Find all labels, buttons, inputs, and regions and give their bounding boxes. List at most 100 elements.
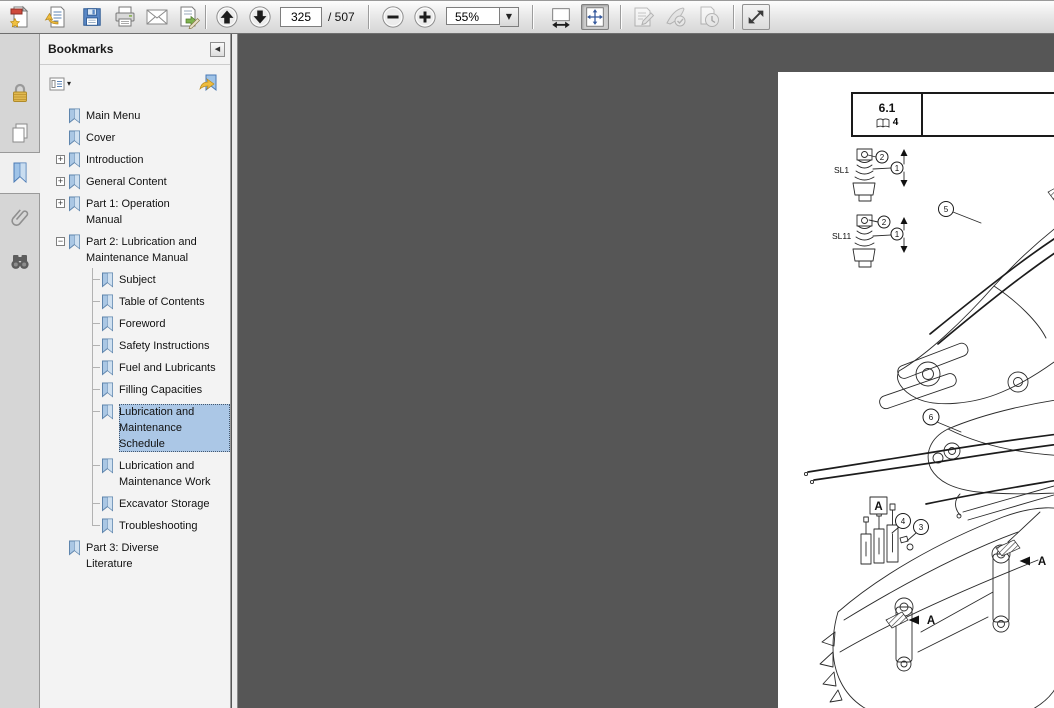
callout-4: 4 <box>901 517 906 526</box>
page-up-button[interactable] <box>214 4 240 30</box>
nav-tab-security[interactable] <box>0 74 40 112</box>
create-pdf-button[interactable] <box>7 4 33 30</box>
callout-3: 3 <box>919 523 924 532</box>
sign-button[interactable] <box>663 4 689 30</box>
bookmark-item-cover[interactable]: Cover <box>56 130 230 146</box>
expander-minus-icon[interactable]: − <box>56 237 65 246</box>
nav-tab-search[interactable] <box>0 241 40 281</box>
bookmark-item-lubrication-and-maintenance-work[interactable]: Lubrication and Maintenance Work <box>92 458 230 490</box>
header-empty-cell <box>923 94 1054 135</box>
bookmarks-tree: Main Menu Cover + Introduction + General… <box>40 102 230 572</box>
toolbar-separator <box>368 5 370 29</box>
email-button[interactable] <box>144 4 170 30</box>
bookmark-icon <box>69 152 80 168</box>
zoom-out-icon <box>382 6 404 28</box>
bookmark-item-subject[interactable]: Subject <box>92 272 230 288</box>
bookmark-label: Table of Contents <box>119 296 205 308</box>
print-icon <box>115 6 135 27</box>
bookmarks-options-button[interactable]: ▾ <box>49 74 77 94</box>
bookmark-children-group: Subject Table of Contents Foreword Safet… <box>56 268 230 540</box>
bookmark-item-excavator-storage[interactable]: Excavator Storage <box>92 496 230 512</box>
zoom-level-field[interactable]: 55% <box>446 7 500 25</box>
page-number-input[interactable] <box>280 7 322 27</box>
bookmarks-panel: Bookmarks ◀ ▾ Main Menu Cover + Introduc… <box>40 34 231 708</box>
detail-a-fittings <box>860 503 917 565</box>
sign-icon <box>666 7 686 27</box>
section-number: 6.1 <box>878 101 896 115</box>
bookmark-item-part-3-diverse-literature[interactable]: Part 3: Diverse Literature <box>56 540 230 572</box>
save-icon <box>83 8 101 26</box>
panel-collapse-button[interactable]: ◀ <box>210 41 225 57</box>
callout-2: 2 <box>880 153 885 162</box>
zoom-in-button[interactable] <box>412 4 438 30</box>
zoom-dropdown-button[interactable]: ▼ <box>500 7 519 27</box>
print-button[interactable] <box>112 4 138 30</box>
sheet-count: 4 <box>892 117 899 128</box>
expander-plus-icon[interactable]: + <box>56 199 65 208</box>
bookmark-item-fuel-and-lubricants[interactable]: Fuel and Lubricants <box>92 360 230 376</box>
review-comment-button[interactable] <box>630 4 656 30</box>
create-pdf-icon <box>9 5 29 28</box>
fit-page-button[interactable] <box>581 4 609 30</box>
book-icon <box>876 118 890 128</box>
bookmark-icon <box>69 174 80 190</box>
bookmark-icon <box>102 294 113 310</box>
bookmark-label: Excavator Storage <box>119 498 210 510</box>
bookmark-label: Subject <box>119 274 156 286</box>
document-history-icon <box>700 6 719 27</box>
full-screen-button[interactable] <box>742 4 770 30</box>
bookmarks-toolbar: ▾ <box>40 65 230 102</box>
document-history-button[interactable] <box>696 4 722 30</box>
selected-bookmark-highlight: Lubrication and Maintenance Schedule <box>119 404 230 452</box>
main-toolbar: / 507 55% ▼ <box>0 1 1054 34</box>
bookmark-item-introduction[interactable]: + Introduction <box>56 152 230 168</box>
expand-current-bookmark-button[interactable] <box>197 74 221 94</box>
bookmark-icon <box>102 404 113 420</box>
bookmarks-panel-header: Bookmarks ◀ <box>40 34 230 65</box>
detail-box-a: A <box>874 501 882 513</box>
save-button[interactable] <box>79 4 105 30</box>
review-comment-icon <box>634 7 655 27</box>
full-screen-icon <box>748 10 764 24</box>
bookmark-item-part-1-operation-manual[interactable]: + Part 1: Operation Manual <box>56 196 230 228</box>
bookmark-item-safety-instructions[interactable]: Safety Instructions <box>92 338 230 354</box>
zoom-out-button[interactable] <box>380 4 406 30</box>
options-list-icon <box>49 77 65 90</box>
bookmark-item-filling-capacities[interactable]: Filling Capacities <box>92 382 230 398</box>
bookmark-item-main-menu[interactable]: Main Menu <box>56 108 230 124</box>
bookmark-label: Foreword <box>119 318 166 330</box>
bookmark-item-troubleshooting[interactable]: Troubleshooting <box>92 518 230 534</box>
bookmark-icon <box>102 518 113 534</box>
fit-page-icon <box>586 7 604 27</box>
zoom-in-icon <box>414 6 436 28</box>
combine-files-button[interactable] <box>43 4 69 30</box>
bookmark-label: Lubrication and Maintenance Work <box>119 460 211 488</box>
fit-width-icon <box>552 8 570 29</box>
bookmark-item-lubrication-and-maintenance-schedule[interactable]: Lubrication and Maintenance Schedule <box>92 404 230 452</box>
pages-icon <box>12 123 28 143</box>
nav-tab-bookmarks[interactable] <box>0 152 40 194</box>
page-up-icon <box>216 6 238 28</box>
pdf-viewer-window: / 507 55% ▼ <box>0 0 1054 708</box>
fitting-label-sl11: SL11 <box>832 231 851 241</box>
fit-width-button[interactable] <box>548 4 574 30</box>
page-down-button[interactable] <box>247 4 273 30</box>
bookmark-tab-icon <box>13 162 27 184</box>
lock-icon <box>13 83 27 102</box>
bookmark-item-table-of-contents[interactable]: Table of Contents <box>92 294 230 310</box>
bookmark-icon <box>102 272 113 288</box>
bookmark-item-foreword[interactable]: Foreword <box>92 316 230 332</box>
sign-and-send-icon <box>180 6 200 29</box>
expander-plus-icon[interactable]: + <box>56 177 65 186</box>
bookmark-item-part-2-lubrication-maintenance-manual[interactable]: − Part 2: Lubrication and Maintenance Ma… <box>56 234 230 266</box>
bookmark-item-general-content[interactable]: + General Content <box>56 174 230 190</box>
fitting-label-sl1: SL1 <box>834 165 849 175</box>
bookmark-icon <box>69 130 80 146</box>
detail-marker-a: A <box>1038 556 1046 568</box>
nav-tab-pages[interactable] <box>0 114 40 152</box>
bookmark-label: Main Menu <box>86 110 141 122</box>
expander-plus-icon[interactable]: + <box>56 155 65 164</box>
sign-and-send-button[interactable] <box>176 4 202 30</box>
document-pane: 6.1 4 KOMATSU MINING GERMANY <box>238 34 1054 708</box>
nav-tab-attachments[interactable] <box>0 197 40 237</box>
